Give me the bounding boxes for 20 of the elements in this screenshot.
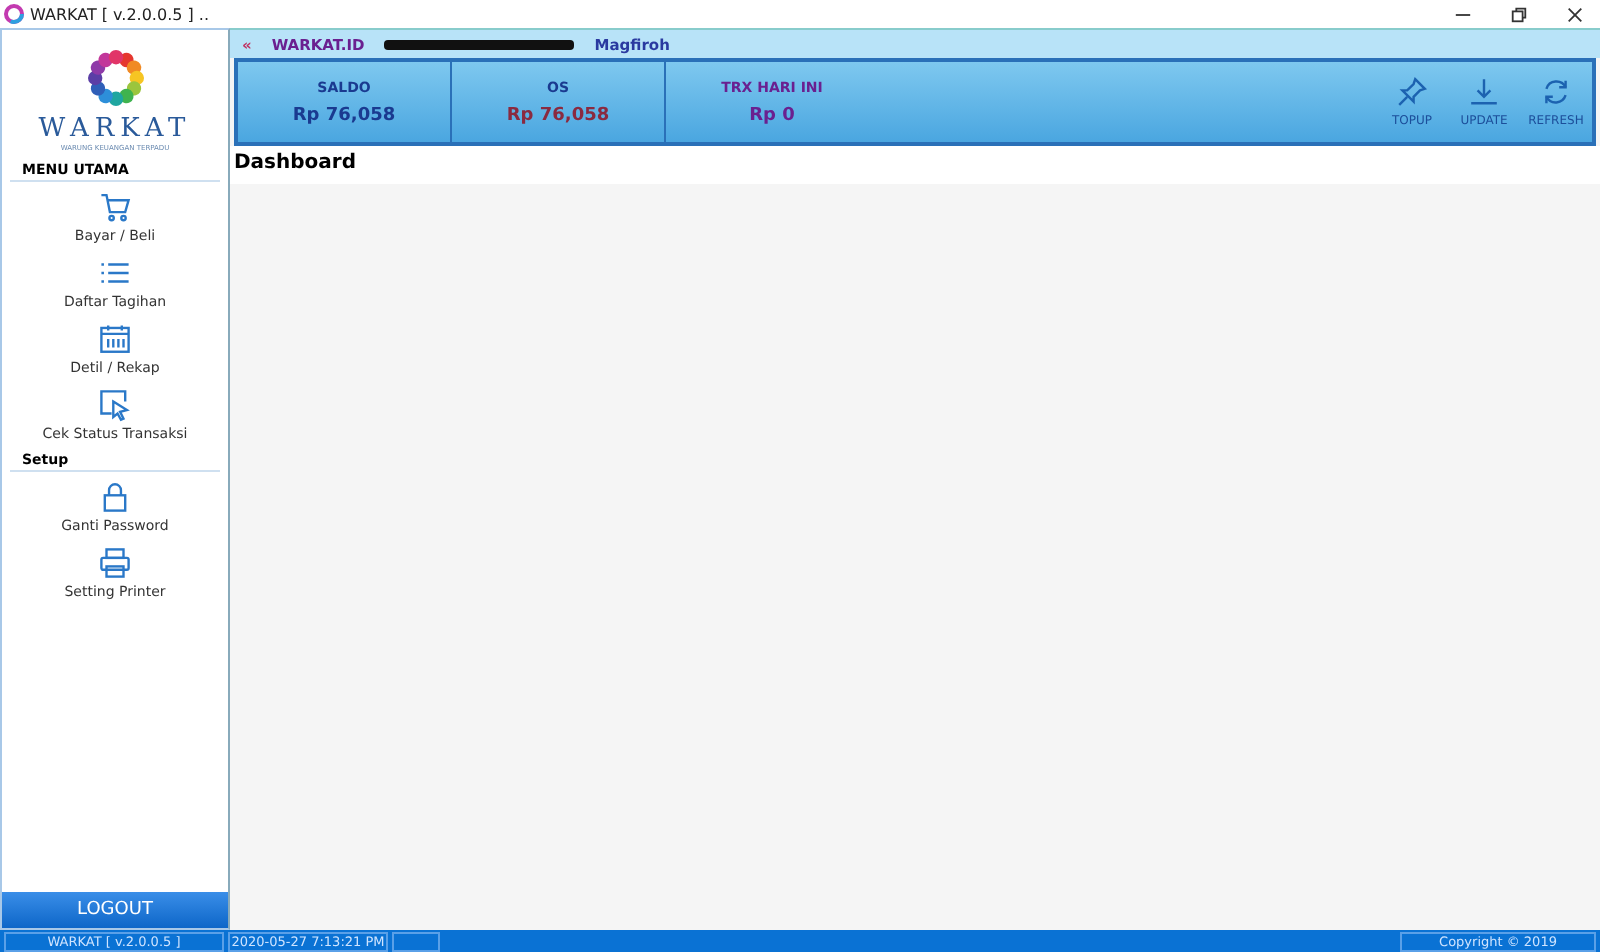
page-title: Dashboard xyxy=(230,146,1600,184)
calendar-icon xyxy=(98,322,132,356)
app-logo-icon xyxy=(4,4,24,24)
lock-icon xyxy=(98,480,132,514)
download-icon xyxy=(1468,76,1500,108)
refresh-icon xyxy=(1540,76,1572,108)
logout-button[interactable]: LOGOUT xyxy=(2,892,228,928)
cart-icon xyxy=(98,190,132,224)
status-panel xyxy=(392,931,440,951)
close-icon[interactable] xyxy=(1566,5,1584,23)
pin-icon xyxy=(1396,76,1428,108)
cursor-icon xyxy=(98,388,132,422)
restore-icon[interactable] xyxy=(1510,5,1528,23)
stat-value: Rp 76,058 xyxy=(506,105,610,125)
stat-value: Rp 0 xyxy=(749,105,795,125)
color-ring-logo-icon xyxy=(83,46,147,110)
logo-wordmark: WARKAT xyxy=(38,114,192,144)
window-title: WARKAT [ v.2.0.0.5 ] .. xyxy=(30,5,209,23)
stat-value: Rp 76,058 xyxy=(292,105,396,125)
printer-icon xyxy=(98,546,132,580)
